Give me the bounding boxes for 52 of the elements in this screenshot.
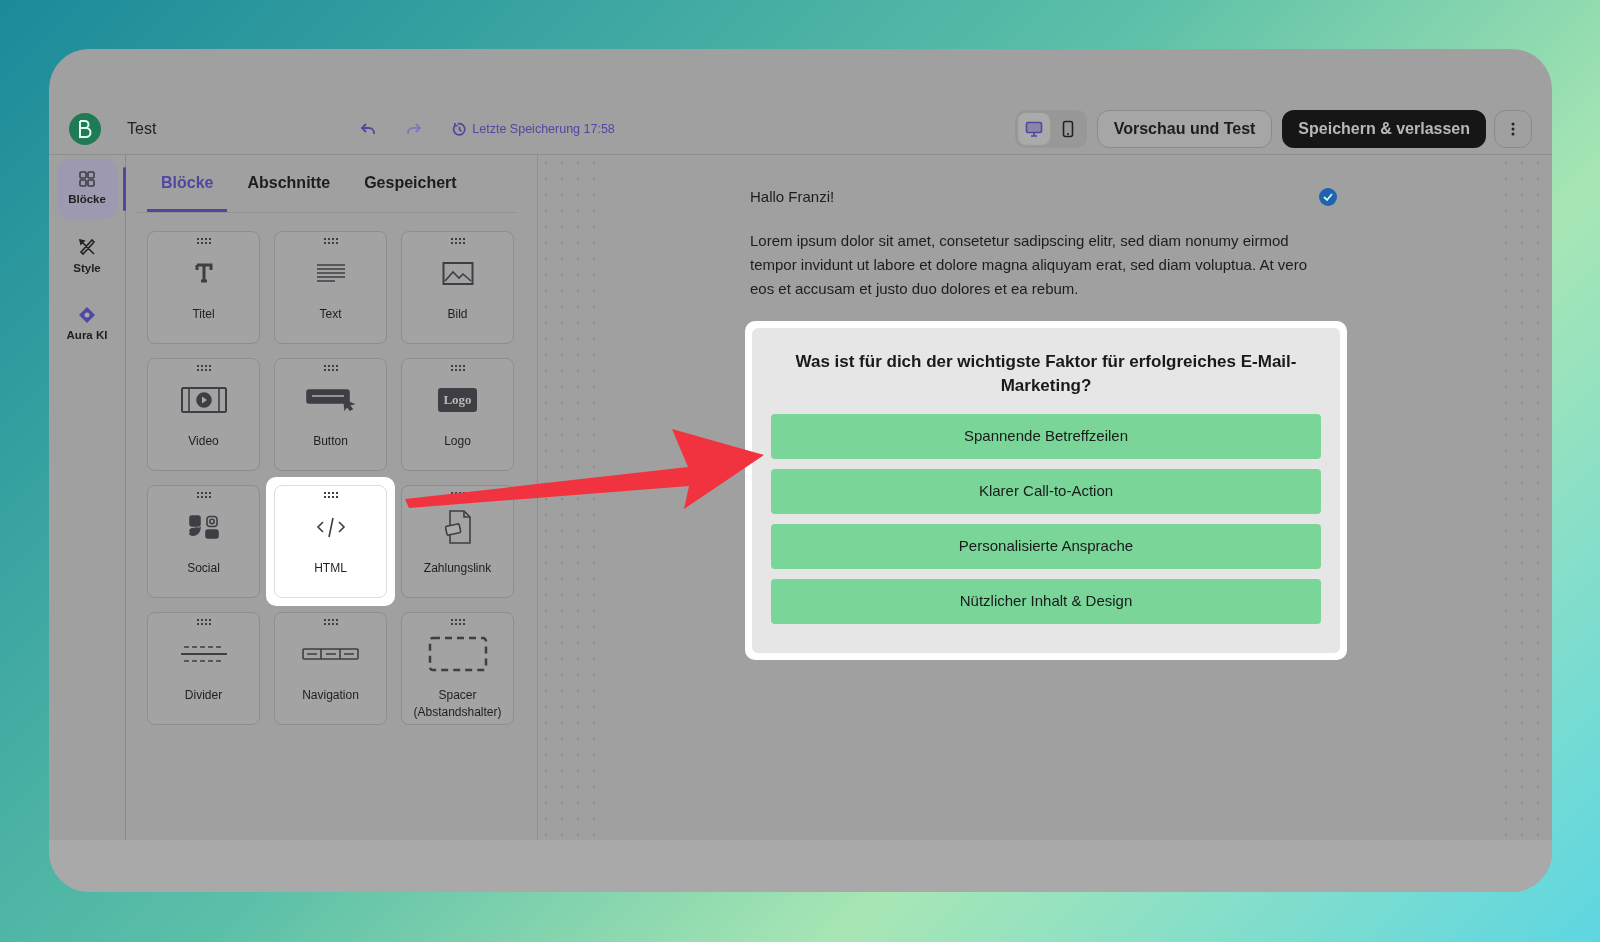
block-tile[interactable]: Button: [274, 358, 387, 471]
panel-tab[interactable]: Abschnitte: [233, 167, 345, 212]
block-tile[interactable]: Logo Logo: [401, 358, 514, 471]
desktop-view-button[interactable]: [1017, 113, 1050, 145]
dashed-frame-icon: [427, 636, 488, 672]
block-tile[interactable]: Social: [147, 485, 260, 598]
document-card-icon: [444, 510, 471, 544]
more-button[interactable]: [1494, 110, 1532, 148]
save-and-exit-button[interactable]: Speichern & verlassen: [1282, 110, 1486, 148]
code-icon: [315, 516, 346, 538]
block-tile[interactable]: HTML: [274, 485, 387, 598]
panel-tab[interactable]: Gespeichert: [350, 167, 471, 212]
logo-badge: Logo: [438, 388, 477, 412]
block-tile[interactable]: Zahlungslink: [401, 485, 514, 598]
diamond-icon: [78, 305, 96, 324]
brand-logo-icon: [76, 118, 94, 140]
phone-icon: [1061, 120, 1074, 138]
document-title: Test: [127, 119, 157, 139]
monitor-icon: [1024, 121, 1043, 137]
social-icons: [188, 514, 219, 540]
grid-icon: [78, 169, 96, 188]
block-tile[interactable]: Text: [274, 231, 387, 344]
poll-option-button[interactable]: Klarer Call-to-Action: [771, 468, 1321, 514]
block-tile[interactable]: Spacer (Abstandshalter): [401, 612, 514, 725]
undo-icon: [360, 121, 377, 137]
sidebar-tab[interactable]: Style: [57, 227, 117, 287]
more-icon: [1511, 122, 1515, 136]
sidebar-tab[interactable]: Aura KI: [57, 295, 117, 355]
last-saved-text: Letzte Speicherung 17:58: [472, 120, 615, 138]
redo-icon: [406, 121, 423, 137]
film-play-icon: [180, 386, 227, 414]
block-tile[interactable]: Video: [147, 358, 260, 471]
poll-option-button[interactable]: Nützlicher Inhalt & Design: [771, 578, 1321, 624]
text-lines-icon: [314, 261, 347, 285]
image-icon: [441, 260, 474, 286]
block-tile[interactable]: Bild: [401, 231, 514, 344]
block-tile[interactable]: Titel: [147, 231, 260, 344]
sidebar-tab[interactable]: Blöcke: [57, 159, 117, 219]
button-cursor-icon: [305, 388, 356, 412]
check-circle-icon: [1318, 187, 1338, 208]
divider-lines-icon: [179, 645, 228, 663]
greeting-text: Hallo Franzi!: [750, 187, 835, 207]
block-tile[interactable]: Navigation: [274, 612, 387, 725]
poll-question: Was ist für dich der wichtigste Faktor für erfolgreiches E-Mail-Marketing?: [794, 350, 1298, 397]
poll-option-button[interactable]: Personalisierte Ansprache: [771, 523, 1321, 569]
block-tile[interactable]: Divider: [147, 612, 260, 725]
history-icon: [452, 121, 468, 137]
navigation-bar-icon: [302, 648, 359, 660]
body-paragraph: Lorem ipsum dolor sit amet, consetetur sadipscing elitr, sed diam nonumy eirmod tempor invidunt ut labore et dolore magna aliquyam erat, sed diam voluptua. At vero eos et accusam et justo duo dolores et ea rebum.: [750, 230, 1308, 299]
pencil-ruler-icon: [77, 236, 97, 257]
poll-option-button[interactable]: Spannende Betreffzeilen: [771, 413, 1321, 459]
preview-button[interactable]: Vorschau und Test: [1096, 110, 1273, 148]
